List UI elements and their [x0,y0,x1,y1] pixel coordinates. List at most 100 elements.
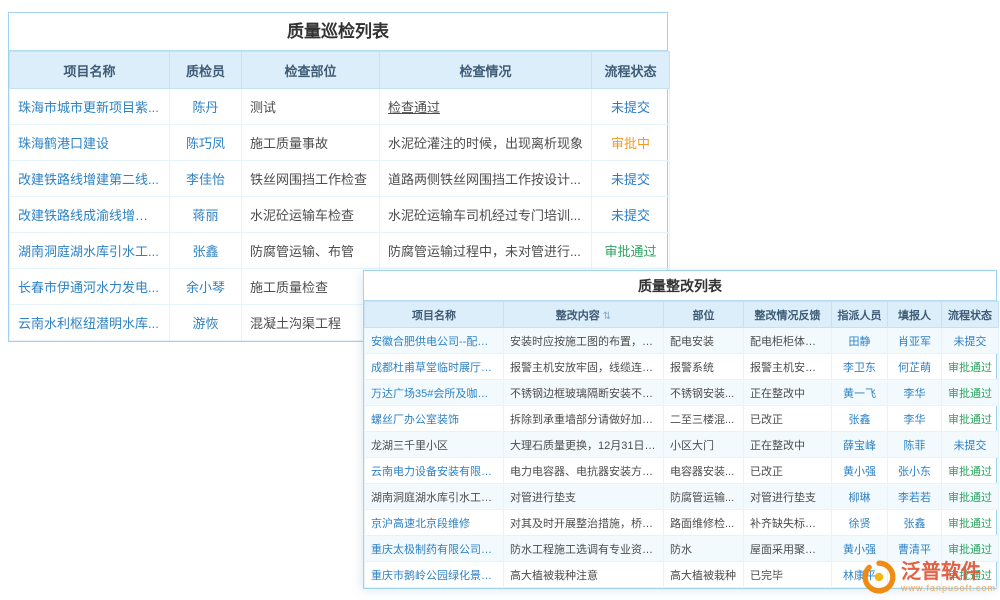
cell-project[interactable]: 京沪高速北京段维修 [365,510,504,536]
cell-content: 对管进行垫支 [504,484,664,510]
cell-feedback: 已改正 [744,406,832,432]
cell-part: 高大植被栽种 [664,562,744,588]
cell-assignee[interactable]: 田静 [832,328,888,354]
cell-filler[interactable]: 曹清平 [888,536,942,562]
cell-project[interactable]: 改建铁路线成渝线增建第... [10,197,170,233]
table-row[interactable]: 成都杜甫草堂临时展厅独立展...报警主机安放牢固，线缆连接...报警系统报警主机… [365,354,999,380]
cell-status: 审批中 [592,125,670,161]
table-row[interactable]: 龙湖三千里小区大理石质量更换，12月31日之...小区大门正在整改中薛宝峰陈菲未… [365,432,999,458]
cell-project[interactable]: 重庆太极制药有限公司亳州中... [365,536,504,562]
cell-status: 审批通过 [942,458,999,484]
rectification-table-card: 质量整改列表 项目名称整改内容⇅部位整改情况反馈指派人员填报人流程状态安徽合肥供… [363,270,997,589]
column-header-content[interactable]: 整改内容⇅ [504,302,664,328]
table-row[interactable]: 改建铁路线成渝线增建第...蒋丽水泥砼运输车检查水泥砼运输车司机经过专门培训..… [10,197,670,233]
cell-assignee[interactable]: 薛宝峰 [832,432,888,458]
cell-inspector[interactable]: 余小琴 [170,269,242,305]
column-header-situation[interactable]: 检查情况 [380,52,592,89]
cell-project[interactable]: 安徽合肥供电公司--配电设备... [365,328,504,354]
cell-status: 审批通过 [942,536,999,562]
cell-location: 施工质量检查 [242,269,380,305]
cell-project[interactable]: 重庆市鹅岭公园绿化景观提升... [365,562,504,588]
table-row[interactable]: 湖南洞庭湖水库引水工程施工1标对管进行垫支防腐管运输...对管进行垫支柳琳李若若… [365,484,999,510]
table-row[interactable]: 改建铁路线增建第二线...李佳怡铁丝网围挡工作检查道路两侧铁丝网围挡工作按设计.… [10,161,670,197]
cell-project[interactable]: 改建铁路线增建第二线... [10,161,170,197]
cell-feedback: 已完毕 [744,562,832,588]
cell-part: 电容器安装... [664,458,744,484]
cell-location: 铁丝网围挡工作检查 [242,161,380,197]
cell-location: 混凝土沟渠工程 [242,305,380,341]
table-row[interactable]: 云南电力设备安装有限公司20...电力电容器、电抗器安装方案...电容器安装..… [365,458,999,484]
cell-situation: 检查通过 [380,89,592,125]
cell-project[interactable]: 万达广场35#会所及咖啡厅空... [365,380,504,406]
column-header-assignee[interactable]: 指派人员 [832,302,888,328]
cell-content: 高大植被栽种注意 [504,562,664,588]
cell-filler[interactable]: 肖亚军 [888,328,942,354]
column-header-project[interactable]: 项目名称 [10,52,170,89]
cell-assignee[interactable]: 柳琳 [832,484,888,510]
cell-assignee[interactable]: 徐贤 [832,510,888,536]
cell-project[interactable]: 湖南洞庭湖水库引水工... [10,233,170,269]
column-header-feedback[interactable]: 整改情况反馈 [744,302,832,328]
cell-inspector[interactable]: 陈丹 [170,89,242,125]
cell-feedback: 补齐缺失标志... [744,510,832,536]
column-header-part[interactable]: 部位 [664,302,744,328]
table-row[interactable]: 湖南洞庭湖水库引水工...张鑫防腐管运输、布管防腐管运输过程中，未对管进行...… [10,233,670,269]
cell-project[interactable]: 螺丝厂办公室装饰 [365,406,504,432]
cell-project[interactable]: 长春市伊通河水力发电... [10,269,170,305]
cell-project[interactable]: 珠海市城市更新项目紫... [10,89,170,125]
table-row[interactable]: 重庆太极制药有限公司亳州中...防水工程施工选调有专业资质...防水屋面采用聚氨… [365,536,999,562]
table-row[interactable]: 安徽合肥供电公司--配电设备...安装时应按施工图的布置，将...配电安装配电柜… [365,328,999,354]
table-row[interactable]: 万达广场35#会所及咖啡厅空...不锈钢边框玻璃隔断安装不平...不锈钢安装..… [365,380,999,406]
rectification-table-title: 质量整改列表 [364,271,996,301]
cell-part: 防水 [664,536,744,562]
cell-situation: 防腐管运输过程中，未对管进行... [380,233,592,269]
cell-filler[interactable]: 李华 [888,406,942,432]
cell-inspector[interactable]: 游恢 [170,305,242,341]
cell-inspector[interactable]: 张鑫 [170,233,242,269]
column-header-inspector[interactable]: 质检员 [170,52,242,89]
table-row[interactable]: 珠海鹤港口建设陈巧凤施工质量事故水泥砼灌注的时候，出现离析现象审批中 [10,125,670,161]
cell-inspector[interactable]: 陈巧凤 [170,125,242,161]
cell-feedback: 正在整改中 [744,380,832,406]
watermark-brand: 泛普软件 [901,561,996,583]
table-row[interactable]: 珠海市城市更新项目紫...陈丹测试检查通过未提交 [10,89,670,125]
cell-status: 审批通过 [942,484,999,510]
cell-project[interactable]: 云南水利枢纽潜明水库... [10,305,170,341]
cell-inspector[interactable]: 蒋丽 [170,197,242,233]
cell-project: 湖南洞庭湖水库引水工程施工1标 [365,484,504,510]
column-header-filler[interactable]: 填报人 [888,302,942,328]
cell-filler[interactable]: 李若若 [888,484,942,510]
cell-assignee[interactable]: 黄小强 [832,458,888,484]
column-header-status[interactable]: 流程状态 [942,302,999,328]
cell-filler[interactable]: 张鑫 [888,510,942,536]
table-row[interactable]: 螺丝厂办公室装饰拆除到承重墙部分请做好加固...二至三楼混...已改正张鑫李华审… [365,406,999,432]
column-header-status[interactable]: 流程状态 [592,52,670,89]
cell-feedback: 报警主机安放... [744,354,832,380]
cell-location: 施工质量事故 [242,125,380,161]
cell-content: 报警主机安放牢固，线缆连接... [504,354,664,380]
cell-assignee[interactable]: 黄小强 [832,536,888,562]
cell-filler[interactable]: 李华 [888,380,942,406]
cell-status: 审批通过 [942,354,999,380]
cell-assignee[interactable]: 黄一飞 [832,380,888,406]
column-header-location[interactable]: 检查部位 [242,52,380,89]
cell-filler[interactable]: 张小东 [888,458,942,484]
cell-situation: 水泥砼灌注的时候，出现离析现象 [380,125,592,161]
cell-assignee[interactable]: 张鑫 [832,406,888,432]
cell-project[interactable]: 云南电力设备安装有限公司20... [365,458,504,484]
fanpu-logo-icon [862,560,896,594]
cell-assignee[interactable]: 李卫东 [832,354,888,380]
cell-status: 未提交 [592,197,670,233]
cell-project: 龙湖三千里小区 [365,432,504,458]
cell-project[interactable]: 珠海鹤港口建设 [10,125,170,161]
cell-project[interactable]: 成都杜甫草堂临时展厅独立展... [365,354,504,380]
sort-icon[interactable]: ⇅ [603,311,611,322]
column-header-project[interactable]: 项目名称 [365,302,504,328]
cell-status: 未提交 [942,432,999,458]
cell-filler[interactable]: 陈菲 [888,432,942,458]
rectification-data-table: 项目名称整改内容⇅部位整改情况反馈指派人员填报人流程状态安徽合肥供电公司--配电… [364,301,999,588]
table-row[interactable]: 京沪高速北京段维修对其及时开展整治措施，桥头...路面维修检...补齐缺失标志.… [365,510,999,536]
cell-filler[interactable]: 何芷萌 [888,354,942,380]
cell-inspector[interactable]: 李佳怡 [170,161,242,197]
cell-content: 拆除到承重墙部分请做好加固... [504,406,664,432]
